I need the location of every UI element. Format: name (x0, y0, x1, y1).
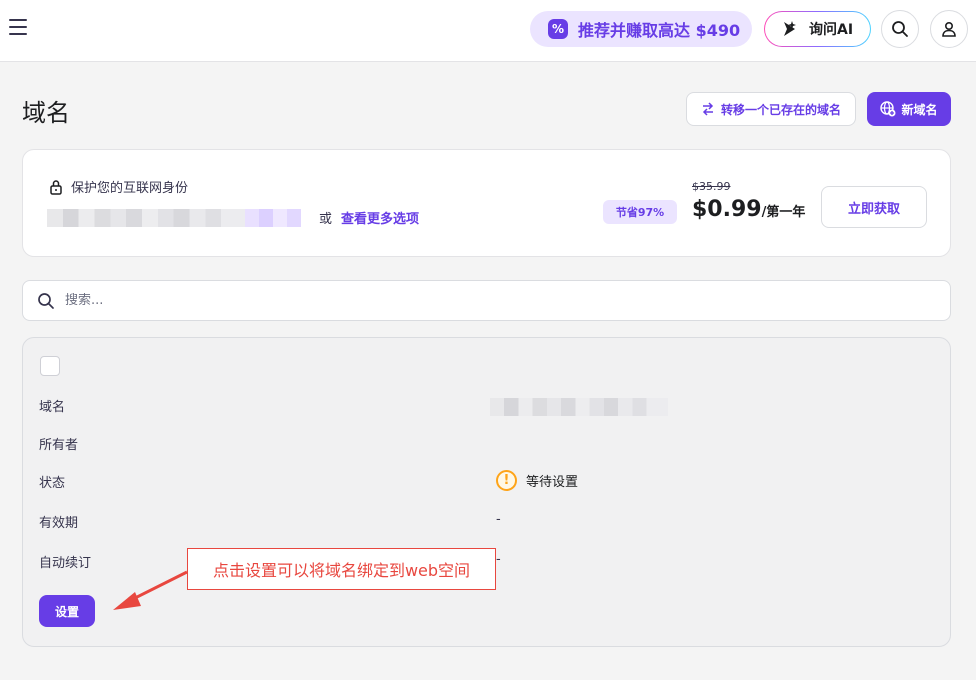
or-text: 或 (319, 212, 333, 227)
annotation-arrow-icon (113, 570, 188, 610)
status-badge: ! 等待设置 (496, 470, 578, 491)
row-label-owner: 所有者 (39, 438, 79, 453)
row-label-domain: 域名 (39, 400, 66, 415)
search-icon (38, 292, 54, 309)
user-icon (942, 21, 956, 37)
more-options-link[interactable]: 查看更多选项 (341, 208, 419, 227)
auto-renew-value: - (496, 552, 501, 567)
ai-spark-icon (784, 21, 796, 36)
referral-promo-button[interactable]: % 推荐并赚取高达 $490 (530, 11, 752, 47)
annotation-callout: 点击设置可以将域名绑定到web空间 (187, 548, 496, 590)
page-title: 域名 (22, 99, 70, 127)
expiry-value: - (496, 512, 501, 527)
search-input[interactable] (65, 293, 865, 308)
badge-percent-icon: % (548, 19, 568, 39)
new-price-value: $0.99 (692, 197, 762, 222)
domain-offer-card: 保护您的互联网身份 或 查看更多选项 节省97% $35.99 $0.99/第一… (22, 149, 951, 257)
transfer-icon (702, 102, 714, 116)
save-badge: 节省97% (603, 200, 677, 224)
search-button[interactable] (881, 10, 919, 48)
suggested-domain-tld-redacted (245, 209, 301, 227)
transfer-domain-button[interactable]: 转移一个已存在的域名 (686, 92, 856, 126)
referral-promo-label: 推荐并赚取高达 $490 (578, 21, 741, 40)
suggested-domain-redacted (47, 209, 245, 227)
warning-icon: ! (496, 470, 517, 491)
price-period: /第一年 (761, 205, 806, 220)
search-icon (892, 21, 908, 37)
domain-name-redacted (490, 398, 668, 416)
account-button[interactable] (930, 10, 968, 48)
lock-icon (50, 179, 62, 195)
menu-icon[interactable] (9, 19, 27, 37)
row-label-auto-renew: 自动续订 (39, 556, 92, 571)
get-now-button[interactable]: 立即获取 (821, 186, 927, 228)
select-domain-checkbox[interactable] (40, 356, 60, 376)
transfer-domain-label: 转移一个已存在的域名 (720, 102, 841, 117)
row-label-expiry: 有效期 (39, 516, 79, 531)
row-label-status: 状态 (39, 476, 66, 491)
offer-title-text: 保护您的互联网身份 (71, 181, 189, 196)
offer-title: 保护您的互联网身份 (49, 177, 188, 196)
top-bar: % 推荐并赚取高达 $490 询问AI (0, 0, 976, 62)
new-domain-label: 新域名 (901, 102, 938, 117)
ask-ai-button[interactable]: 询问AI (764, 11, 871, 47)
old-price: $35.99 (692, 180, 731, 193)
ask-ai-label: 询问AI (809, 22, 854, 38)
setup-button[interactable]: 设置 (39, 595, 95, 627)
new-price: $0.99/第一年 (692, 197, 805, 222)
globe-plus-icon (880, 101, 896, 117)
status-text: 等待设置 (526, 475, 579, 490)
domain-search-bar (22, 280, 951, 321)
new-domain-button[interactable]: 新域名 (867, 92, 951, 126)
